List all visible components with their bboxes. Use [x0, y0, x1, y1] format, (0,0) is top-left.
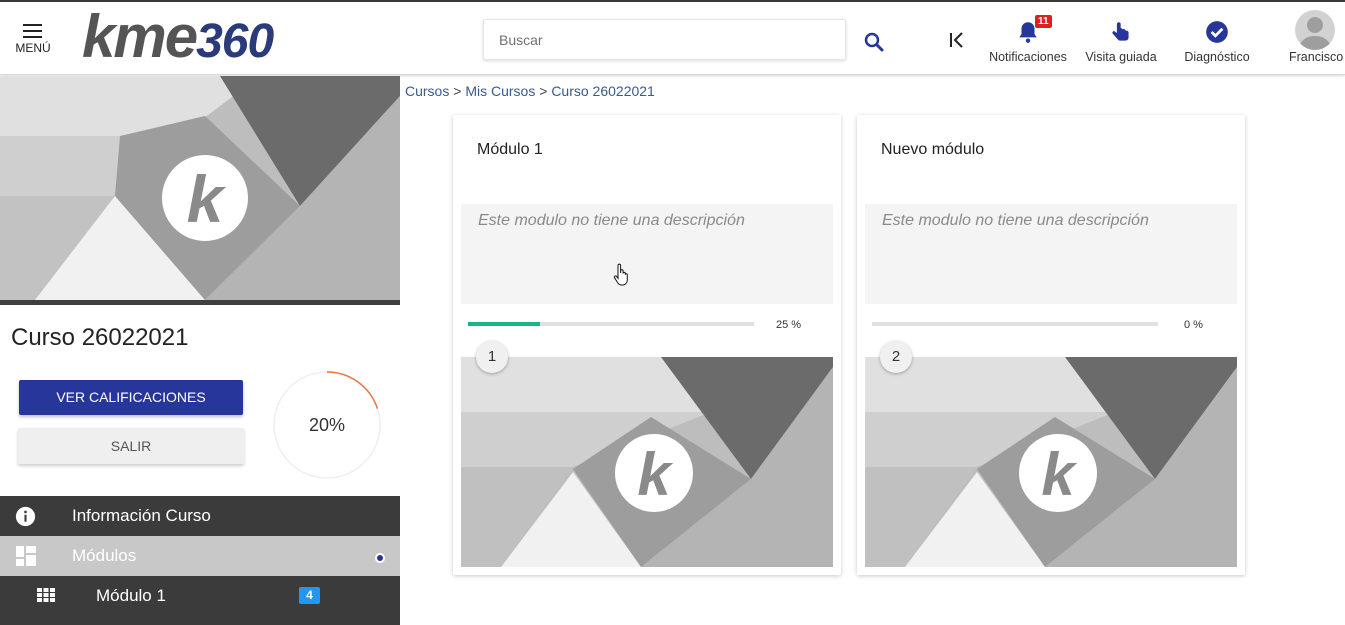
module-progress-fill	[468, 322, 540, 326]
breadcrumb-separator: >	[539, 83, 548, 99]
notifications-badge: 11	[1035, 15, 1052, 28]
course-progress-ring: 20%	[271, 369, 383, 481]
sidebar-item-label: Módulo 1	[96, 586, 166, 605]
person-icon	[1299, 17, 1331, 50]
breadcrumb-current-course[interactable]: Curso 26022021	[551, 83, 655, 99]
guided-tour-label: Visita guiada	[1085, 50, 1157, 64]
breadcrumb: Cursos > Mis Cursos > Curso 26022021	[405, 83, 655, 99]
course-title: Curso 26022021	[11, 324, 189, 351]
user-avatar[interactable]	[1295, 10, 1335, 50]
search-box[interactable]	[483, 19, 846, 60]
module-description: Este modulo no tiene una descripción	[478, 212, 745, 229]
svg-text:k: k	[1041, 441, 1077, 508]
course-progress-label: 20%	[308, 415, 346, 435]
user-name: Francisco	[1289, 50, 1344, 64]
cover-divider	[0, 300, 400, 305]
module-number: 1	[476, 341, 508, 373]
search-input[interactable]	[484, 20, 845, 59]
menu-label: MENÚ	[15, 41, 51, 55]
grid-icon	[37, 588, 55, 602]
notifications-label: Notificaciones	[989, 50, 1067, 64]
svg-text:k: k	[187, 162, 227, 236]
module-card-1[interactable]: Módulo 1 Este modulo no tiene una descri…	[453, 115, 841, 575]
module-number: 2	[880, 341, 912, 373]
diagnostic-button[interactable]: Diagnóstico	[1178, 19, 1256, 69]
check-circle-icon	[1206, 21, 1228, 43]
hand-cursor-icon	[613, 263, 628, 286]
module-title: Nuevo módulo	[881, 141, 985, 158]
logo-360: 360	[196, 15, 274, 68]
sidebar-item-label: Información Curso	[72, 506, 211, 525]
module-description: Este modulo no tiene una descripción	[882, 212, 1149, 229]
module-card-2[interactable]: Nuevo módulo Este modulo no tiene una de…	[857, 115, 1245, 575]
exit-button[interactable]: SALIR	[18, 428, 244, 464]
svg-text:k: k	[637, 441, 673, 508]
module-cover-image: k	[865, 357, 1237, 567]
sidebar-item-course-info[interactable]: Información Curso	[0, 496, 400, 536]
module-cover-image: k	[461, 357, 833, 567]
guided-tour-button[interactable]: Visita guiada	[1080, 19, 1162, 69]
app-header: MENÚ kme360 Notificaciones 11 Visita gui…	[0, 2, 1345, 75]
active-indicator-dot	[375, 553, 385, 563]
info-icon	[15, 506, 36, 527]
module-progress-track	[872, 322, 1158, 326]
touch-icon	[1112, 22, 1129, 41]
sidebar-item-modules[interactable]: Módulos	[0, 536, 400, 576]
menu-button[interactable]: MENÚ	[12, 22, 54, 62]
collapse-sidebar-icon[interactable]	[945, 28, 969, 52]
notifications-button[interactable]: Notificaciones	[986, 19, 1070, 69]
search-icon[interactable]	[862, 30, 886, 54]
sidebar-item-module-1[interactable]: Módulo 1 4	[0, 576, 400, 625]
module-progress-track	[468, 322, 754, 326]
module-description-box: Este modulo no tiene una descripción	[461, 204, 833, 304]
kme360-logo[interactable]: kme360	[82, 2, 274, 72]
course-cover-image: k	[0, 76, 400, 300]
hamburger-icon	[23, 24, 42, 38]
sidebar-item-label: Módulos	[72, 546, 137, 565]
diagnostic-label: Diagnóstico	[1184, 50, 1250, 64]
module-description-box: Este modulo no tiene una descripción	[865, 204, 1237, 304]
breadcrumb-link-my-courses[interactable]: Mis Cursos	[465, 83, 535, 99]
module-progress-label: 0 %	[1184, 319, 1203, 331]
module-title: Módulo 1	[477, 141, 543, 158]
breadcrumb-link-courses[interactable]: Cursos	[405, 83, 449, 99]
lesson-count-badge: 4	[299, 587, 320, 604]
module-progress-label: 25 %	[776, 319, 802, 331]
logo-kme: kme	[82, 3, 198, 70]
view-grades-button[interactable]: VER CALIFICACIONES	[19, 380, 243, 415]
modules-icon	[16, 546, 36, 566]
breadcrumb-separator: >	[453, 83, 462, 99]
